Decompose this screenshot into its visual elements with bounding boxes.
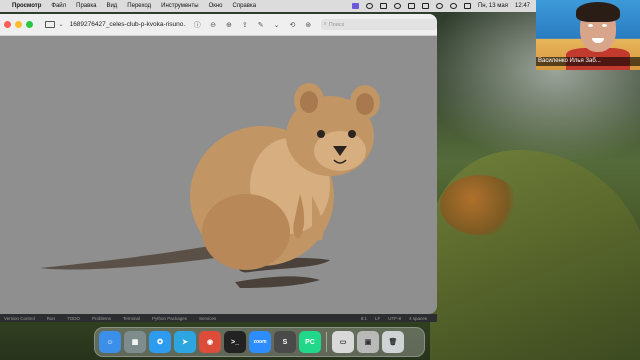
rotate-icon[interactable]: ⟲ bbox=[288, 20, 297, 29]
markup-pen-icon[interactable]: ✎ bbox=[256, 20, 265, 29]
zoom-out-icon[interactable]: ⊖ bbox=[209, 20, 218, 29]
dock-preview-icon[interactable]: ▭ bbox=[332, 331, 354, 353]
play-icon[interactable] bbox=[393, 3, 401, 9]
wifi-icon[interactable] bbox=[435, 3, 443, 9]
ide-status-right: 8:1 LF UTF-8 4 spaces bbox=[361, 316, 437, 321]
ide-run[interactable]: Run bbox=[47, 316, 55, 321]
quokka-foot-shadow bbox=[235, 276, 320, 288]
dock-finder-icon[interactable]: ☺ bbox=[99, 331, 121, 353]
participant-eye-left bbox=[588, 24, 593, 27]
dock: ☺ ▦ ✪ ➤ ◉ >_ zoom S PC ▭ ▣ 🗑 bbox=[94, 327, 425, 357]
dock-preview-doc-icon[interactable]: ▣ bbox=[357, 331, 379, 353]
ide-todo[interactable]: TODO bbox=[67, 316, 80, 321]
dock-safari-icon[interactable]: ✪ bbox=[149, 331, 171, 353]
ide-indent[interactable]: 4 spaces bbox=[409, 316, 427, 321]
search-placeholder: Поиск bbox=[328, 21, 345, 28]
ide-tool-strip: Version Control Run TODO Problems Termin… bbox=[0, 314, 437, 322]
participant-eye-right bbox=[602, 24, 607, 27]
dock-sublime-icon[interactable]: S bbox=[274, 331, 296, 353]
participant-name: Василенко Илья Заб... bbox=[536, 57, 640, 66]
dock-chrome-icon[interactable]: ◉ bbox=[199, 331, 221, 353]
control-center-icon[interactable] bbox=[463, 3, 471, 9]
record-icon[interactable] bbox=[365, 3, 373, 9]
quokka-eye-left bbox=[317, 130, 325, 138]
zoom-in-icon[interactable]: ⊕ bbox=[225, 20, 234, 29]
dock-zoom-icon[interactable]: zoom bbox=[249, 331, 271, 353]
menu-app-name[interactable]: Просмотр bbox=[12, 3, 41, 9]
quokka-haunch bbox=[202, 194, 290, 270]
chevron-down-icon[interactable]: ⌄ bbox=[59, 21, 64, 28]
sidebar-toggle-icon[interactable] bbox=[44, 21, 55, 28]
dock-terminal-icon[interactable]: >_ bbox=[224, 331, 246, 353]
menu-view[interactable]: Вид bbox=[106, 3, 117, 9]
dock-trash-icon[interactable]: 🗑 bbox=[382, 331, 404, 353]
wallpaper-autumn-tree bbox=[440, 175, 520, 235]
menu-edit[interactable]: Правка bbox=[76, 3, 96, 9]
ide-terminal[interactable]: Terminal bbox=[123, 316, 140, 321]
quokka-tail bbox=[40, 246, 215, 270]
menu-go[interactable]: Переход bbox=[127, 3, 151, 9]
quokka-eye-right bbox=[348, 130, 356, 138]
menu-time[interactable]: 12:47 bbox=[515, 3, 530, 9]
ide-cursor-pos[interactable]: 8:1 bbox=[361, 316, 367, 321]
dock-telegram-icon[interactable]: ➤ bbox=[174, 331, 196, 353]
image-canvas[interactable] bbox=[0, 36, 437, 314]
quokka-illustration bbox=[40, 83, 380, 288]
markup-icon[interactable]: ⊛ bbox=[304, 20, 313, 29]
video-call-tile[interactable]: Василенко Илья Заб... bbox=[536, 0, 640, 70]
dock-launchpad-icon[interactable]: ▦ bbox=[124, 331, 146, 353]
close-button[interactable] bbox=[4, 21, 11, 28]
participant-hair bbox=[576, 2, 620, 22]
minimize-button[interactable] bbox=[14, 21, 22, 28]
ide-version-control[interactable]: Version Control bbox=[4, 316, 35, 321]
input-source-icon[interactable] bbox=[421, 3, 429, 9]
menu-window[interactable]: Окно bbox=[209, 3, 223, 9]
menu-tools[interactable]: Инструменты bbox=[161, 3, 198, 9]
ide-python-packages[interactable]: Python Packages bbox=[152, 316, 187, 321]
zoom-button[interactable] bbox=[25, 21, 33, 28]
menu-help[interactable]: Справка bbox=[233, 3, 257, 9]
ide-problems[interactable]: Problems bbox=[92, 316, 111, 321]
document-title[interactable]: 1689276427_celes-club-p-kvoka-risuno... bbox=[70, 21, 186, 28]
preview-window: ⌄ 1689276427_celes-club-p-kvoka-risuno..… bbox=[0, 14, 437, 314]
dock-pycharm-icon[interactable]: PC bbox=[299, 331, 321, 353]
window-toolbar: ⌄ 1689276427_celes-club-p-kvoka-risuno..… bbox=[0, 14, 437, 36]
ide-services[interactable]: Services bbox=[199, 316, 216, 321]
grid-icon[interactable] bbox=[407, 3, 415, 9]
menu-file[interactable]: Файл bbox=[51, 3, 66, 9]
ide-line-ending[interactable]: LF bbox=[375, 316, 380, 321]
display-icon[interactable] bbox=[379, 3, 387, 9]
screen-share-icon[interactable] bbox=[351, 3, 359, 9]
info-icon[interactable]: ⓘ bbox=[193, 20, 202, 29]
search-field[interactable]: ⌕ Поиск bbox=[320, 19, 437, 30]
dock-separator bbox=[326, 332, 327, 352]
ide-encoding[interactable]: UTF-8 bbox=[388, 316, 401, 321]
chevron-down-icon[interactable]: ⌄ bbox=[272, 20, 281, 29]
menu-date[interactable]: Пн, 13 мая bbox=[478, 3, 508, 9]
search-icon[interactable] bbox=[449, 3, 457, 9]
search-icon: ⌕ bbox=[323, 21, 327, 27]
share-icon[interactable]: ⇪ bbox=[240, 20, 249, 29]
